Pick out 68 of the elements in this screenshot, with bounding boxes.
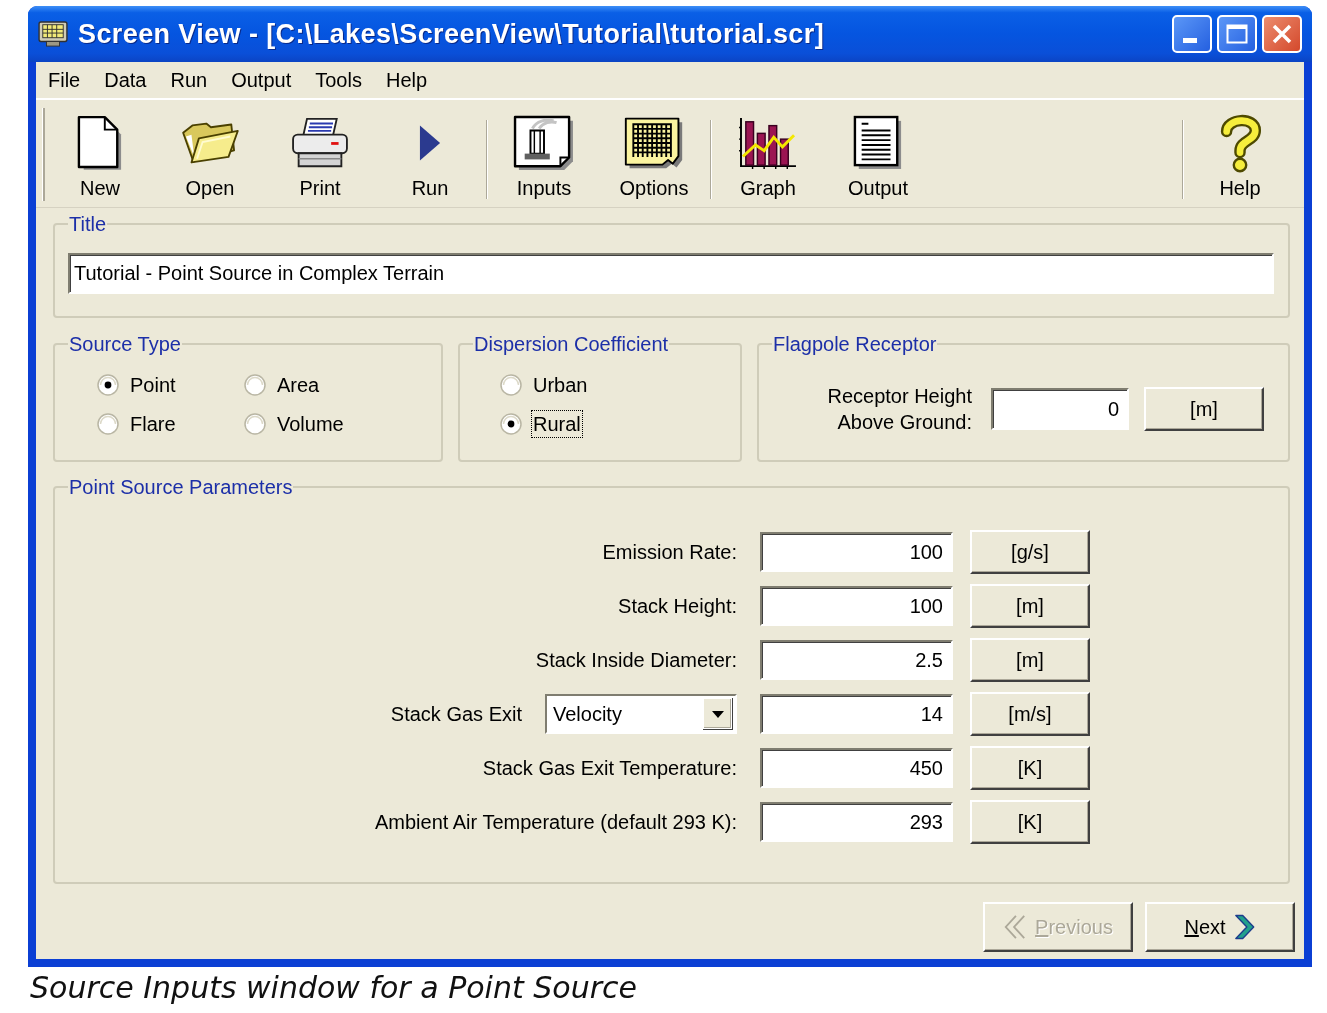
menu-item[interactable]: File — [36, 70, 93, 90]
next-button[interactable]: Next — [1145, 902, 1295, 952]
menu-item[interactable]: Help — [373, 70, 440, 90]
menu-item[interactable]: Data — [92, 70, 159, 90]
toolbar-button[interactable]: Output — [823, 106, 933, 203]
field-label: Emission Rate: — [602, 540, 737, 565]
chimney-page-icon — [513, 114, 575, 171]
window-title: Screen View - [C:\Lakes\ScreenView\Tutorial\tutorial.scr] — [78, 17, 826, 51]
unit-button[interactable]: [m] — [1144, 387, 1264, 431]
unit-button[interactable]: [K] — [970, 800, 1090, 844]
figure-caption: Source Inputs window for a Point Source — [30, 970, 637, 1006]
maximize-icon — [1226, 24, 1248, 44]
group-title: Dispersion Coefficient — [473, 332, 670, 356]
field-label: Stack Gas Exit — [390, 702, 522, 727]
unit-button[interactable]: [m/s] — [970, 692, 1090, 736]
monitor-icon — [38, 21, 68, 47]
toolbar-button[interactable]: New — [45, 106, 155, 203]
group-title: Source Type — [68, 332, 182, 356]
unit-button[interactable]: [m] — [970, 584, 1090, 628]
field-label: Stack Gas Exit Temperature: — [482, 756, 737, 781]
toolbar-button[interactable]: Help — [1185, 106, 1295, 203]
radio-option[interactable]: Area — [244, 370, 322, 400]
page-icon — [77, 114, 123, 171]
minimize-icon — [1183, 38, 1197, 43]
toolbar-button[interactable]: Open — [155, 106, 265, 203]
radio-option[interactable]: Volume — [244, 409, 346, 439]
caret-icon — [703, 698, 733, 730]
toolbar-button[interactable]: Options — [599, 106, 709, 203]
radio-option[interactable]: Urban — [500, 370, 590, 400]
unit-button[interactable]: [g/s] — [970, 530, 1090, 574]
radio-option[interactable]: Flare — [97, 409, 178, 439]
text-page-icon — [853, 114, 903, 171]
toolbar-button[interactable]: Inputs — [489, 106, 599, 203]
field-label: Receptor Height Above Ground: — [826, 384, 972, 435]
toolbar-button[interactable]: Graph — [713, 106, 823, 203]
dropdown[interactable]: Velocity — [545, 694, 737, 734]
play-icon — [419, 123, 441, 162]
chevron-left-icon — [1003, 914, 1028, 940]
bar-chart-icon — [738, 115, 798, 170]
minimize-button[interactable] — [1172, 15, 1212, 53]
toolbar-button[interactable]: Run — [375, 106, 485, 203]
unit-button[interactable]: [K] — [970, 746, 1090, 790]
field-label: Ambient Air Temperature (default 293 K): — [374, 810, 737, 835]
value-field[interactable]: 0 — [991, 388, 1129, 430]
menu-item[interactable]: Tools — [303, 70, 374, 90]
menu-item[interactable]: Run — [158, 70, 220, 90]
maximize-button[interactable] — [1217, 15, 1257, 53]
printer-icon — [290, 116, 350, 169]
group-title: Title — [68, 212, 108, 236]
menu-item[interactable]: Output — [219, 70, 304, 90]
value-field[interactable]: 450 — [760, 748, 953, 788]
question-mark-icon — [1218, 112, 1262, 173]
value-field[interactable]: 293 — [760, 802, 953, 842]
unit-button[interactable]: [m] — [970, 638, 1090, 682]
group-title: Flagpole Receptor — [772, 332, 938, 356]
close-icon — [1272, 24, 1292, 44]
group-title: Point Source Parameters — [68, 475, 294, 499]
toolbar-button[interactable]: Print — [265, 106, 375, 203]
value-field[interactable]: 100 — [760, 586, 953, 626]
close-button[interactable] — [1262, 15, 1302, 53]
radio-option[interactable]: Point — [97, 370, 178, 400]
field-label: Stack Inside Diameter: — [535, 648, 737, 673]
chevron-right-icon — [1233, 914, 1256, 940]
title-field[interactable]: Tutorial - Point Source in Complex Terrain — [68, 253, 1274, 294]
value-field[interactable]: 100 — [760, 532, 953, 572]
value-field[interactable]: 2.5 — [760, 640, 953, 680]
value-field[interactable]: 14 — [760, 694, 953, 734]
field-label: Stack Height: — [618, 594, 737, 619]
